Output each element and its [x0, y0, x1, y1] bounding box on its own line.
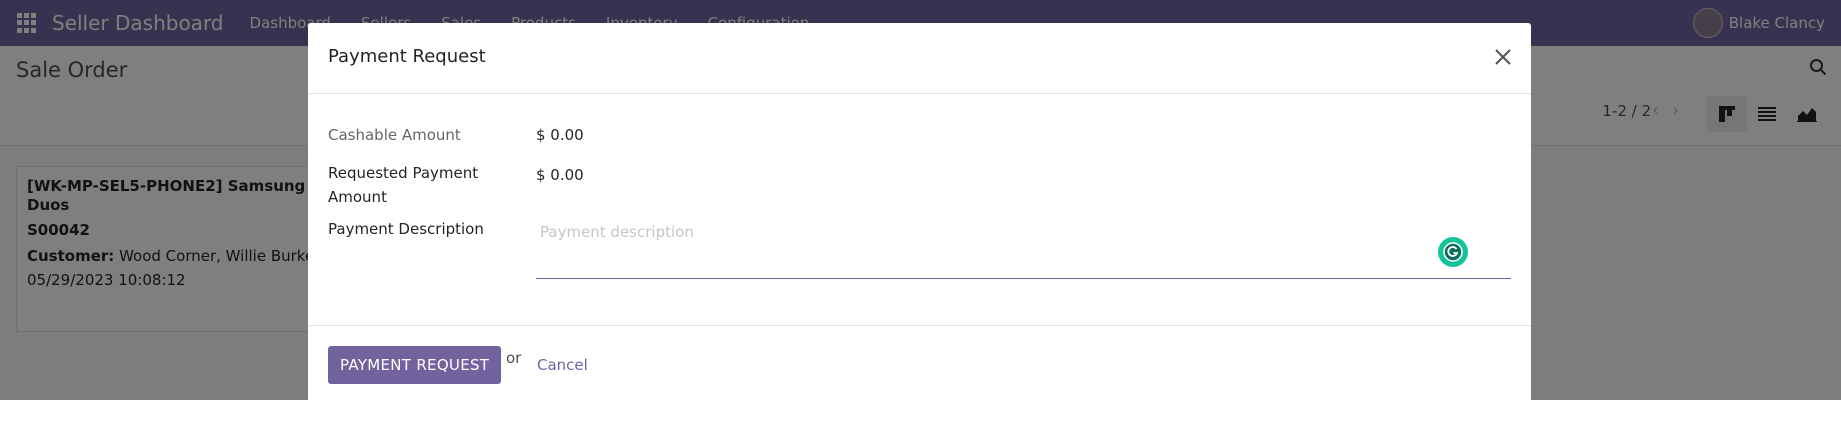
payment-description-label: Payment Description	[328, 220, 484, 238]
cashable-amount-value: $ 0.00	[536, 126, 584, 144]
modal-footer: PAYMENT REQUEST or Cancel	[308, 325, 1531, 426]
modal-header: Payment Request	[308, 23, 1531, 94]
grammarly-icon[interactable]	[1438, 237, 1468, 267]
cashable-amount-label: Cashable Amount	[328, 126, 461, 144]
or-separator: or	[506, 349, 522, 367]
payment-request-dialog: Payment Request Cashable Amount $ 0.00 R…	[308, 23, 1531, 423]
close-icon[interactable]	[1493, 47, 1513, 67]
modal-title: Payment Request	[328, 46, 486, 67]
requested-amount-value[interactable]: $ 0.00	[536, 166, 584, 184]
payment-description-field[interactable]	[536, 223, 1511, 279]
cancel-link[interactable]: Cancel	[537, 356, 588, 374]
requested-amount-label: Requested Payment Amount	[328, 164, 479, 206]
payment-request-button[interactable]: PAYMENT REQUEST	[328, 346, 502, 384]
